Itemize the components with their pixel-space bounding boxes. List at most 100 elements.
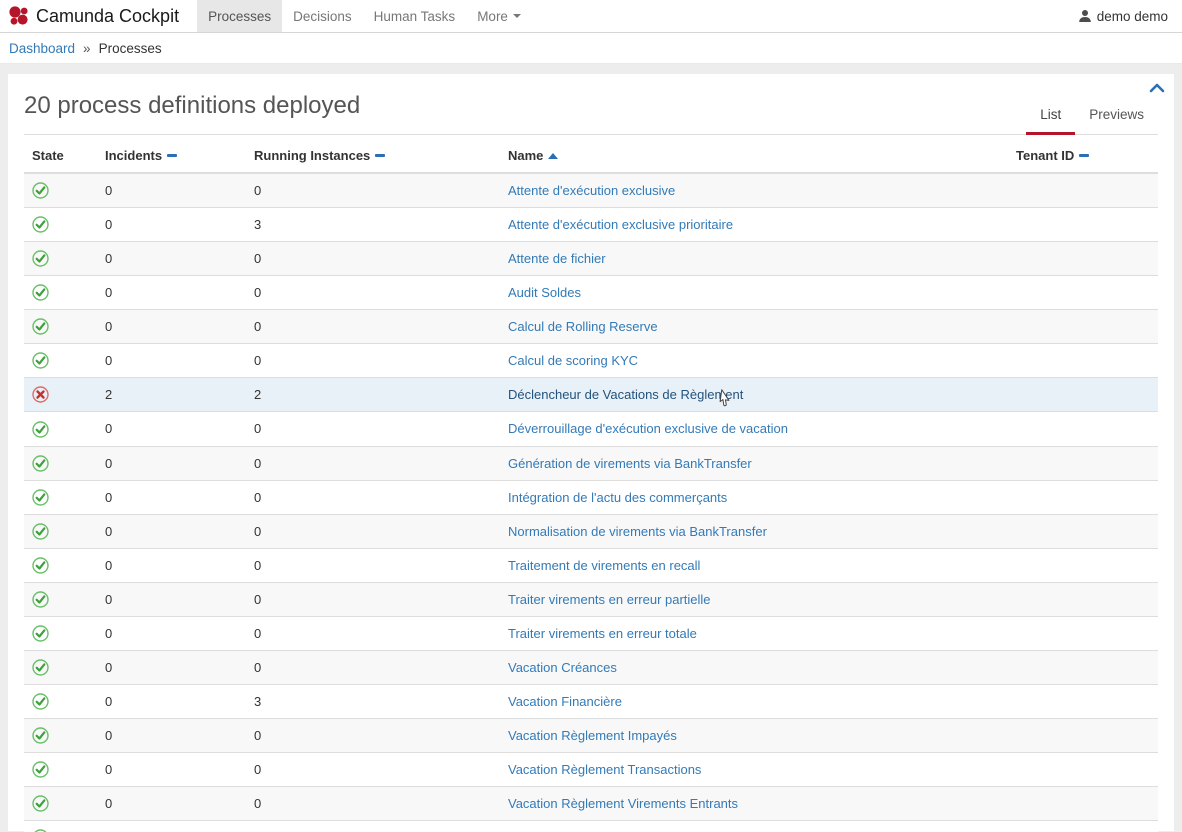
incidents-count: 0 bbox=[97, 412, 246, 446]
nav-tab-more-label: More bbox=[477, 9, 508, 24]
table-row[interactable]: 0 0 Traiter virements en erreur partiell… bbox=[24, 582, 1158, 616]
table-row[interactable]: 0 0 Vacation Règlement Transactions bbox=[24, 753, 1158, 787]
sort-dash-icon[interactable] bbox=[167, 154, 177, 157]
tenant-id-cell bbox=[1008, 378, 1158, 412]
running-instances-count: 0 bbox=[246, 446, 500, 480]
nav-tab-processes[interactable]: Processes bbox=[197, 0, 282, 32]
process-definition-link[interactable]: Audit Soldes bbox=[508, 285, 581, 300]
process-definition-link[interactable]: Attente de fichier bbox=[508, 251, 606, 266]
tenant-id-cell bbox=[1008, 412, 1158, 446]
process-definition-link[interactable]: Traiter virements en erreur partielle bbox=[508, 592, 711, 607]
table-row[interactable]: 0 3 Vacation Financière bbox=[24, 684, 1158, 718]
sort-dash-icon[interactable] bbox=[1079, 154, 1089, 157]
process-definition-link[interactable]: Vacation Règlement Impayés bbox=[508, 728, 677, 743]
column-label: Tenant ID bbox=[1016, 148, 1074, 163]
state-icon bbox=[32, 421, 49, 438]
nav-tab-human-tasks[interactable]: Human Tasks bbox=[363, 0, 467, 32]
table-row[interactable]: 0 0 Traiter virements en erreur totale bbox=[24, 616, 1158, 650]
table-row[interactable]: 0 0 Audit Soldes bbox=[24, 276, 1158, 310]
table-row[interactable]: 2 2 Déclencheur de Vacations de Règlemen… bbox=[24, 378, 1158, 412]
state-icon bbox=[32, 455, 49, 472]
column-header-name[interactable]: Name bbox=[500, 135, 1008, 173]
column-header-tenant-id[interactable]: Tenant ID bbox=[1008, 135, 1158, 173]
process-definition-link[interactable]: Calcul de Rolling Reserve bbox=[508, 319, 658, 334]
incidents-count: 0 bbox=[97, 514, 246, 548]
state-icon bbox=[32, 557, 49, 574]
tab-previews[interactable]: Previews bbox=[1075, 99, 1158, 135]
brand[interactable]: Camunda Cockpit bbox=[0, 0, 191, 32]
tenant-id-cell bbox=[1008, 276, 1158, 310]
incidents-count: 0 bbox=[97, 753, 246, 787]
process-definition-link[interactable]: Déverrouillage d'exécution exclusive de … bbox=[508, 421, 788, 436]
tenant-id-cell bbox=[1008, 514, 1158, 548]
breadcrumb-current: Processes bbox=[99, 41, 162, 56]
table-row[interactable]: 0 0 Vacation Règlement Virements Entrant… bbox=[24, 787, 1158, 821]
state-icon bbox=[32, 795, 49, 812]
state-icon bbox=[32, 693, 49, 710]
process-definition-link[interactable]: Déclencheur de Vacations de Règlement bbox=[508, 387, 743, 402]
table-row[interactable]: 0 0 Attente de fichier bbox=[24, 242, 1158, 276]
table-header-row: State Incidents Running Instances Name T… bbox=[24, 135, 1158, 173]
column-header-incidents[interactable]: Incidents bbox=[97, 135, 246, 173]
breadcrumb-dashboard-link[interactable]: Dashboard bbox=[9, 41, 75, 56]
state-icon bbox=[32, 727, 49, 744]
process-definition-link[interactable]: Vacation Créances bbox=[508, 660, 617, 675]
process-definition-link[interactable]: Intégration de l'actu des commerçants bbox=[508, 490, 727, 505]
nav-tab-more[interactable]: More bbox=[466, 0, 532, 32]
incidents-count: 0 bbox=[97, 616, 246, 650]
table-row[interactable]: 0 0 Intégration de l'actu des commerçant… bbox=[24, 480, 1158, 514]
state-icon bbox=[32, 591, 49, 608]
table-row[interactable]: 0 0 Normalisation de virements via BankT… bbox=[24, 514, 1158, 548]
tab-list[interactable]: List bbox=[1026, 99, 1075, 135]
tenant-id-cell bbox=[1008, 310, 1158, 344]
user-icon bbox=[1078, 9, 1092, 23]
running-instances-count: 0 bbox=[246, 242, 500, 276]
state-icon bbox=[32, 250, 49, 267]
tenant-id-cell bbox=[1008, 684, 1158, 718]
running-instances-count: 0 bbox=[246, 616, 500, 650]
table-row[interactable]: 0 0 vacation technique bbox=[24, 821, 1158, 832]
table-row[interactable]: 0 0 Traitement de virements en recall bbox=[24, 548, 1158, 582]
state-icon bbox=[32, 523, 49, 540]
running-instances-count: 0 bbox=[246, 310, 500, 344]
process-definitions-panel: 20 process definitions deployed List Pre… bbox=[8, 74, 1174, 831]
process-definition-link[interactable]: Normalisation de virements via BankTrans… bbox=[508, 524, 767, 539]
column-label: State bbox=[32, 148, 64, 163]
table-row[interactable]: 0 0 Calcul de Rolling Reserve bbox=[24, 310, 1158, 344]
process-definition-link[interactable]: Vacation Règlement Transactions bbox=[508, 762, 701, 777]
table-row[interactable]: 0 0 Attente d'exécution exclusive bbox=[24, 173, 1158, 208]
table-row[interactable]: 0 0 Vacation Créances bbox=[24, 650, 1158, 684]
state-icon bbox=[32, 386, 49, 403]
process-definition-link[interactable]: Attente d'exécution exclusive prioritair… bbox=[508, 217, 733, 232]
tenant-id-cell bbox=[1008, 173, 1158, 208]
process-definition-link[interactable]: Vacation Règlement Virements Entrants bbox=[508, 796, 738, 811]
process-definition-link[interactable]: Traiter virements en erreur totale bbox=[508, 626, 697, 641]
table-row[interactable]: 0 3 Attente d'exécution exclusive priori… bbox=[24, 208, 1158, 242]
process-definition-link[interactable]: Traitement de virements en recall bbox=[508, 558, 700, 573]
state-icon bbox=[32, 216, 49, 233]
process-definition-link[interactable]: Vacation Financière bbox=[508, 694, 622, 709]
process-definition-link[interactable]: Calcul de scoring KYC bbox=[508, 353, 638, 368]
running-instances-count: 3 bbox=[246, 208, 500, 242]
state-icon bbox=[32, 318, 49, 335]
sort-dash-icon[interactable] bbox=[375, 154, 385, 157]
process-definition-link[interactable]: Attente d'exécution exclusive bbox=[508, 183, 675, 198]
running-instances-count: 0 bbox=[246, 548, 500, 582]
process-definitions-table: State Incidents Running Instances Name T… bbox=[24, 135, 1158, 832]
nav-tab-decisions[interactable]: Decisions bbox=[282, 0, 363, 32]
state-icon bbox=[32, 761, 49, 778]
process-definition-link[interactable]: Génération de virements via BankTransfer bbox=[508, 456, 752, 471]
incidents-count: 0 bbox=[97, 787, 246, 821]
main-nav: Processes Decisions Human Tasks More bbox=[197, 0, 532, 32]
column-header-running-instances[interactable]: Running Instances bbox=[246, 135, 500, 173]
user-menu[interactable]: demo demo bbox=[1078, 0, 1182, 32]
sort-caret-up-icon[interactable] bbox=[548, 153, 558, 159]
incidents-count: 2 bbox=[97, 378, 246, 412]
table-row[interactable]: 0 0 Génération de virements via BankTran… bbox=[24, 446, 1158, 480]
incidents-count: 0 bbox=[97, 480, 246, 514]
table-row[interactable]: 0 0 Calcul de scoring KYC bbox=[24, 344, 1158, 378]
chevron-down-icon bbox=[513, 14, 521, 18]
table-row[interactable]: 0 0 Vacation Règlement Impayés bbox=[24, 719, 1158, 753]
table-row[interactable]: 0 0 Déverrouillage d'exécution exclusive… bbox=[24, 412, 1158, 446]
column-label: Incidents bbox=[105, 148, 162, 163]
